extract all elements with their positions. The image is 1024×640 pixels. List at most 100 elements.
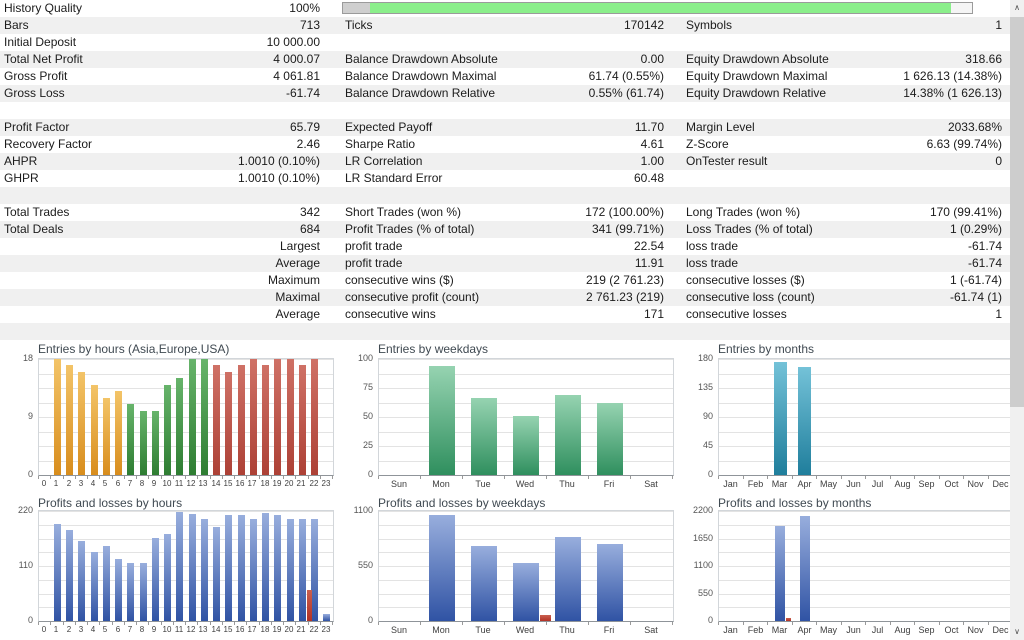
chart-entries-by-hours: Entries by hours (Asia,Europe,USA)091801… <box>8 341 340 493</box>
bar-2 <box>66 365 73 475</box>
x-axis-label: Fri <box>588 479 630 489</box>
x-axis-label: 2 <box>63 479 75 488</box>
x-axis-label: 11 <box>173 625 185 634</box>
chart-title: Entries by hours (Asia,Europe,USA) <box>38 342 229 356</box>
x-axis-label: Jul <box>865 625 890 635</box>
stat-value <box>664 34 682 51</box>
x-axis-label: Sat <box>630 479 672 489</box>
stat-row: Initial Deposit10 000.00 <box>0 34 1010 51</box>
gridline <box>379 374 673 375</box>
bar-9 <box>152 538 159 621</box>
bar-17 <box>250 359 257 475</box>
stat-value: 4 000.07 <box>273 51 341 68</box>
stat-label: consecutive wins <box>341 306 644 323</box>
bar-20 <box>287 359 294 475</box>
x-axis-label: 12 <box>185 625 197 634</box>
y-axis-label: 220 <box>8 505 33 515</box>
stat-row <box>0 323 1010 340</box>
x-axis-label: 0 <box>38 479 50 488</box>
stat-label: consecutive losses <box>682 306 995 323</box>
x-axis-label: 19 <box>271 479 283 488</box>
stat-label: Gross Loss <box>0 85 286 102</box>
stat-label <box>0 238 280 255</box>
chart-title: Entries by weekdays <box>378 342 488 356</box>
bar-Fri <box>597 403 623 475</box>
gridline <box>379 359 673 360</box>
stat-value: 1.00 <box>641 153 682 170</box>
bar-Fri <box>597 544 623 621</box>
y-axis-label: 550 <box>688 588 713 598</box>
x-axis-label: Wed <box>504 479 546 489</box>
y-axis-label: 0 <box>8 469 33 479</box>
stat-label <box>682 170 1002 187</box>
y-axis-label: 135 <box>688 382 713 392</box>
gridline <box>379 511 673 512</box>
x-axis-label: 18 <box>259 625 271 634</box>
bar-21 <box>299 365 306 475</box>
stat-label <box>341 187 664 204</box>
stat-label: Equity Drawdown Relative <box>682 85 903 102</box>
stat-label <box>0 272 268 289</box>
stat-value: 10 000.00 <box>267 34 341 51</box>
chart-title: Entries by months <box>718 342 814 356</box>
stat-row: Total Net Profit4 000.07Balance Drawdown… <box>0 51 1010 68</box>
stat-label: Profit Factor <box>0 119 290 136</box>
stat-value: 60.48 <box>634 170 682 187</box>
stat-value: 2 761.23 (219) <box>586 289 682 306</box>
stat-label: consecutive wins ($) <box>341 272 586 289</box>
x-axis-label: 15 <box>222 479 234 488</box>
x-axis-label: 13 <box>197 625 209 634</box>
stat-row: Averageconsecutive wins171consecutive lo… <box>0 306 1010 323</box>
chart-profits-losses-by-hours: Profits and losses by hours0110220012345… <box>8 495 340 638</box>
bar-4 <box>91 552 98 621</box>
x-axis-label: Fri <box>588 625 630 635</box>
x-axis-label: Mar <box>767 479 792 489</box>
bar-14 <box>213 365 220 475</box>
y-axis-label: 0 <box>688 469 713 479</box>
bar-15 <box>225 515 232 621</box>
x-axis-tick <box>672 476 673 479</box>
x-axis-label: 21 <box>295 479 307 488</box>
x-axis-label: Oct <box>939 479 964 489</box>
bar-8 <box>140 563 147 621</box>
stat-value: Average <box>276 306 341 323</box>
chart-plot-area <box>38 510 334 622</box>
chart-title: Profits and losses by weekdays <box>378 496 545 510</box>
chart-profits-losses-by-months: Profits and losses by months055011001650… <box>688 495 1020 638</box>
x-axis-label: 10 <box>161 479 173 488</box>
stat-value: 219 (2 761.23) <box>586 272 682 289</box>
x-axis-label: 8 <box>136 625 148 634</box>
bar-Thu <box>555 395 581 475</box>
progress-segment-remaining-track <box>951 3 972 13</box>
x-axis-label: Jan <box>718 479 743 489</box>
bar-8 <box>140 411 147 475</box>
chart-title: Profits and losses by hours <box>38 496 182 510</box>
stat-label <box>682 34 1002 51</box>
x-axis-label: 16 <box>234 479 246 488</box>
bar-18 <box>262 365 269 475</box>
stat-label <box>0 323 320 340</box>
bar-16 <box>238 515 245 621</box>
stat-row: AHPR1.0010 (0.10%)LR Correlation1.00OnTe… <box>0 153 1010 170</box>
loss-bar-21 <box>307 590 312 621</box>
gridline <box>379 388 673 389</box>
x-axis-label: 20 <box>283 625 295 634</box>
x-axis-label: Mon <box>420 479 462 489</box>
x-axis-label: 17 <box>246 625 258 634</box>
stat-row: Gross Loss-61.74Balance Drawdown Relativ… <box>0 85 1010 102</box>
y-axis-label: 18 <box>8 353 33 363</box>
stat-label: Expected Payoff <box>341 119 635 136</box>
x-axis-label: Apr <box>792 479 817 489</box>
vertical-scrollbar[interactable]: ∧ ∨ <box>1010 0 1024 640</box>
y-axis-label: 45 <box>688 440 713 450</box>
scrollbar-thumb[interactable] <box>1010 17 1024 407</box>
x-axis-label: 7 <box>124 479 136 488</box>
x-axis-label: 6 <box>112 625 124 634</box>
scroll-down-icon[interactable]: ∨ <box>1010 624 1024 640</box>
y-axis-label: 50 <box>348 411 373 421</box>
stat-row: Maximalconsecutive profit (count)2 761.2… <box>0 289 1010 306</box>
progress-segment-completed-green <box>370 3 951 13</box>
stat-row: Averageprofit trade11.91loss trade-61.74 <box>0 255 1010 272</box>
scroll-up-icon[interactable]: ∧ <box>1010 0 1024 16</box>
stat-value <box>1002 0 1010 17</box>
